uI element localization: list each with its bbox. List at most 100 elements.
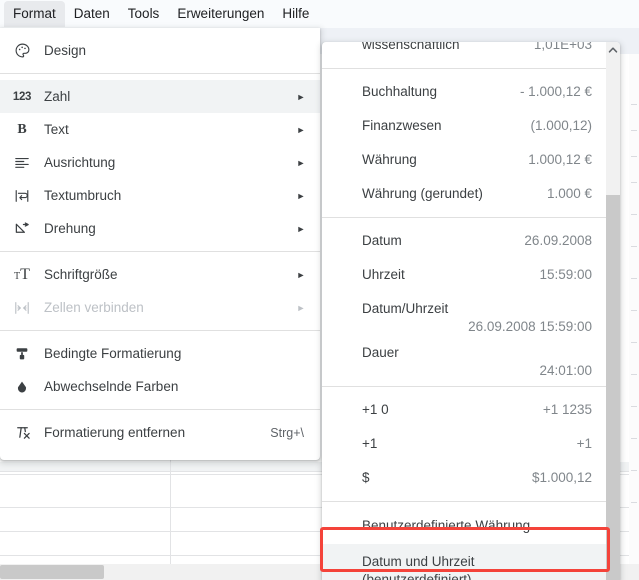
menu-item-label: Schriftgröße [44,266,118,282]
merge-cells-icon [0,300,44,316]
submenu-item-wissenschaftlich[interactable]: wissenschaftlich 1,01E+03 [322,42,610,62]
menu-item-zahl[interactable]: 123 Zahl ► [0,80,320,113]
submenu-item-label: Datum [362,233,402,248]
submenu-item-sample: 24:01:00 [539,363,592,378]
submenu-arrow-icon: ► [296,223,306,234]
submenu-item-label: wissenschaftlich [362,42,460,52]
submenu-item-label: Buchhaltung [362,84,438,99]
menu-item-text[interactable]: B Text ► [0,113,320,146]
submenu-item-sample: +1 [576,436,592,451]
number-123-icon: 123 [12,90,32,103]
menu-tab-erweiterungen[interactable]: Erweiterungen [168,1,273,27]
submenu-item-plus1[interactable]: +1 +1 [322,427,610,461]
submenu-item-sample: +1 1235 [542,402,592,417]
menu-item-label: Formatierung entfernen [44,424,186,440]
submenu-arrow-icon: ► [296,269,306,280]
submenu-separator [322,217,610,218]
submenu-items-container: wissenschaftlich 1,01E+03 Buchhaltung - … [322,42,610,580]
menu-item-label: Abwechselnde Farben [44,378,179,394]
number-format-submenu: wissenschaftlich 1,01E+03 Buchhaltung - … [322,42,620,580]
submenu-arrow-icon: ► [296,157,306,168]
menu-bar-items: Format Daten Tools Erweiterungen Hilfe [0,0,639,28]
submenu-item-waehrung[interactable]: Währung 1.000,12 € [322,143,610,177]
submenu-arrow-icon: ► [296,190,306,201]
clear-format-icon [0,424,44,441]
font-size-icon: TT [14,265,30,283]
menu-item-ausrichtung[interactable]: Ausrichtung ► [0,146,320,179]
submenu-item-uhrzeit[interactable]: Uhrzeit 15:59:00 [322,258,610,292]
submenu-item-sample: 26.09.2008 15:59:00 [468,319,592,334]
submenu-item-dauer[interactable]: Dauer 24:01:00 [322,336,610,380]
text-rotation-icon [0,220,44,237]
submenu-scrollbar-track[interactable] [606,42,620,580]
menu-separator [0,409,320,410]
submenu-item-benutzerdefinierte-waehrung[interactable]: Benutzerdefinierte Währung [322,508,610,544]
submenu-item-sample: 1.000 € [546,186,592,201]
horizontal-scrollbar-thumb[interactable] [0,565,104,579]
submenu-item-buchhaltung[interactable]: Buchhaltung - 1.000,12 € [322,75,610,109]
submenu-scrollbar-thumb[interactable] [606,195,620,580]
palette-icon [0,42,44,59]
menu-item-design[interactable]: Design [0,34,320,67]
menu-tab-tools[interactable]: Tools [119,1,169,27]
menu-item-label: Drehung [44,220,96,236]
conditional-format-icon [0,346,44,362]
submenu-item-label: Datum/Uhrzeit [362,301,449,316]
menu-item-label: Zahl [44,88,71,104]
submenu-item-datum-uhrzeit[interactable]: Datum/Uhrzeit 26.09.2008 15:59:00 [322,292,610,336]
submenu-item-sample: (1.000,12) [530,118,592,133]
menu-item-label: Bedingte Formatierung [44,345,182,361]
submenu-item-label: +1 0 [362,402,389,417]
menu-tab-daten[interactable]: Daten [65,1,119,27]
submenu-item-label: $ [362,470,370,485]
vertical-scrollbar[interactable] [629,54,639,564]
scroll-up-arrow-icon[interactable] [606,42,620,58]
menu-separator [0,330,320,331]
submenu-item-plus1-0[interactable]: +1 0 +1 1235 [322,393,610,427]
submenu-separator [322,386,610,387]
submenu-item-datum-und-uhrzeit-benutzerdefiniert[interactable]: Datum und Uhrzeit (benutzerdefiniert) [322,544,610,580]
menu-item-label: Design [44,42,87,58]
alternating-colors-icon [0,379,44,395]
submenu-scroll-area: wissenschaftlich 1,01E+03 Buchhaltung - … [322,42,610,580]
menu-separator [0,73,320,74]
menu-separator [0,251,320,252]
submenu-item-label: Währung (gerundet) [362,186,483,201]
menu-item-label: Ausrichtung [44,154,116,170]
submenu-item-label: +1 [362,436,378,451]
submenu-item-label: Finanzwesen [362,118,442,133]
submenu-item-label: Uhrzeit [362,267,405,282]
submenu-arrow-icon: ► [296,124,306,135]
submenu-item-sample: 1.000,12 € [528,152,592,167]
menu-item-zellen-verbinden[interactable]: Zellen verbinden ► [0,291,320,324]
menu-item-bedingte-formatierung[interactable]: Bedingte Formatierung [0,337,320,370]
submenu-item-sample: $1.000,12 [531,470,592,485]
menu-item-textumbruch[interactable]: Textumbruch ► [0,179,320,212]
menu-tab-format[interactable]: Format [4,1,65,27]
submenu-item-datum[interactable]: Datum 26.09.2008 [322,224,610,258]
submenu-arrow-icon: ► [296,302,306,313]
menu-item-drehung[interactable]: Drehung ► [0,212,320,245]
submenu-item-sample: 15:59:00 [539,267,592,282]
submenu-item-sample: 1,01E+03 [533,42,592,52]
submenu-item-label: Benutzerdefinierte Währung [362,518,531,533]
submenu-item-label: Dauer [362,345,399,360]
submenu-item-finanzwesen[interactable]: Finanzwesen (1.000,12) [322,109,610,143]
submenu-item-sample: - 1.000,12 € [519,84,592,99]
submenu-item-sample: 26.09.2008 [524,233,592,248]
submenu-item-waehrung-gerundet[interactable]: Währung (gerundet) 1.000 € [322,177,610,211]
menu-item-shortcut: Strg+\ [270,425,304,440]
menu-bar: Format Daten Tools Erweiterungen Hilfe [0,0,639,28]
submenu-separator [322,68,610,69]
submenu-item-label: Währung [362,152,417,167]
menu-item-abwechselnde-farben[interactable]: Abwechselnde Farben [0,370,320,403]
submenu-separator [322,501,610,502]
submenu-arrow-icon: ► [296,91,306,102]
menu-item-label: Textumbruch [44,187,122,203]
menu-item-schriftgroesse[interactable]: TT Schriftgröße ► [0,258,320,291]
align-left-icon [0,155,44,171]
menu-item-formatierung-entfernen[interactable]: Formatierung entfernen Strg+\ [0,416,320,449]
menu-tab-hilfe[interactable]: Hilfe [273,1,318,27]
text-wrap-icon [0,188,44,204]
submenu-item-dollar[interactable]: $ $1.000,12 [322,461,610,495]
